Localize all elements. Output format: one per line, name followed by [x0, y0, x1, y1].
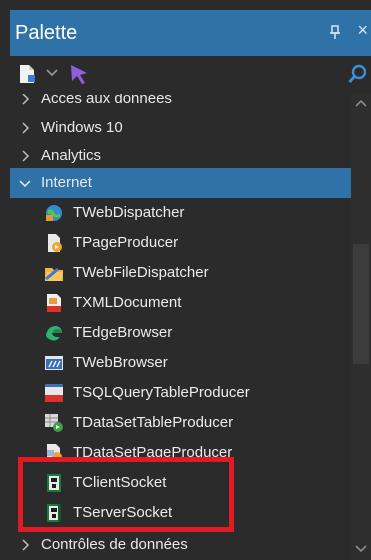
server-socket-icon — [47, 504, 61, 522]
category-label: Windows 10 — [41, 119, 123, 136]
category-label: Contrôles de données — [41, 536, 188, 553]
chevron-right-icon — [22, 122, 30, 134]
category-label: Accès aux données — [41, 94, 172, 107]
vertical-scrollbar[interactable] — [351, 94, 371, 560]
chevron-right-icon — [22, 150, 30, 162]
category-internet[interactable]: Internet — [10, 168, 351, 198]
component-label: TDataSetPageProducer — [73, 444, 233, 461]
scroll-up-icon[interactable] — [354, 98, 368, 108]
chevron-down-icon — [19, 180, 31, 188]
component-label: TEdgeBrowser — [73, 324, 173, 341]
palette-title: Palette — [15, 22, 78, 44]
xml-document-icon — [47, 294, 61, 312]
web-browser-icon — [45, 356, 63, 370]
component-item[interactable]: TDataSetPageProducer — [10, 438, 351, 468]
component-item[interactable]: TClientSocket — [10, 468, 351, 498]
search-icon[interactable] — [347, 63, 369, 85]
close-icon[interactable]: × — [357, 21, 368, 39]
category-label: Internet — [41, 174, 92, 191]
component-label: TDataSetTableProducer — [73, 414, 234, 431]
component-label: TXMLDocument — [73, 294, 182, 311]
category-analytics[interactable]: Analytics — [10, 141, 351, 171]
component-label: TWebBrowser — [73, 354, 168, 371]
component-label: TWebDispatcher — [73, 204, 185, 221]
sql-query-table-producer-icon — [45, 384, 63, 402]
palette-toolbar — [10, 56, 371, 94]
component-item[interactable]: TWebFileDispatcher — [10, 258, 351, 288]
chevron-down-icon[interactable] — [46, 68, 58, 78]
component-item[interactable]: TEdgeBrowser — [10, 318, 351, 348]
component-label: TPageProducer — [73, 234, 179, 251]
client-socket-icon — [47, 474, 61, 492]
category-acces-aux-donnees[interactable]: Accès aux données — [10, 94, 351, 114]
web-dispatcher-icon — [46, 205, 62, 221]
component-label: TClientSocket — [73, 474, 167, 491]
scrollbar-thumb[interactable] — [353, 244, 369, 364]
palette-panel: Palette × Accès aux données Windows 10 A… — [10, 10, 371, 560]
new-item-icon[interactable] — [18, 64, 36, 84]
chevron-right-icon — [22, 94, 30, 105]
dataset-page-producer-icon — [47, 444, 62, 462]
component-item[interactable]: TWebBrowser — [10, 348, 351, 378]
category-label: Analytics — [41, 147, 102, 164]
edge-browser-icon — [46, 326, 62, 341]
pin-icon[interactable] — [327, 24, 343, 40]
component-label: TWebFileDispatcher — [73, 264, 209, 281]
page-producer-icon — [48, 234, 62, 252]
component-label: TSQLQueryTableProducer — [73, 384, 250, 401]
component-item[interactable]: TServerSocket — [10, 498, 351, 528]
pointer-icon[interactable] — [69, 63, 89, 85]
component-label: TServerSocket — [73, 504, 173, 521]
category-controles-de-donnees[interactable]: Contrôles de données — [10, 530, 351, 560]
component-item[interactable]: TWebDispatcher — [10, 198, 351, 228]
dataset-table-producer-icon — [45, 414, 63, 432]
component-item[interactable]: TDataSetTableProducer — [10, 408, 351, 438]
web-file-dispatcher-icon — [45, 267, 63, 281]
scroll-down-icon[interactable] — [354, 544, 368, 554]
chevron-right-icon — [22, 539, 30, 551]
component-item[interactable]: TSQLQueryTableProducer — [10, 378, 351, 408]
component-item[interactable]: TXMLDocument — [10, 288, 351, 318]
component-item[interactable]: TPageProducer — [10, 228, 351, 258]
component-list: Accès aux données Windows 10 Analytics I… — [10, 94, 351, 560]
category-windows-10[interactable]: Windows 10 — [10, 113, 351, 143]
palette-titlebar: Palette × — [10, 10, 371, 56]
